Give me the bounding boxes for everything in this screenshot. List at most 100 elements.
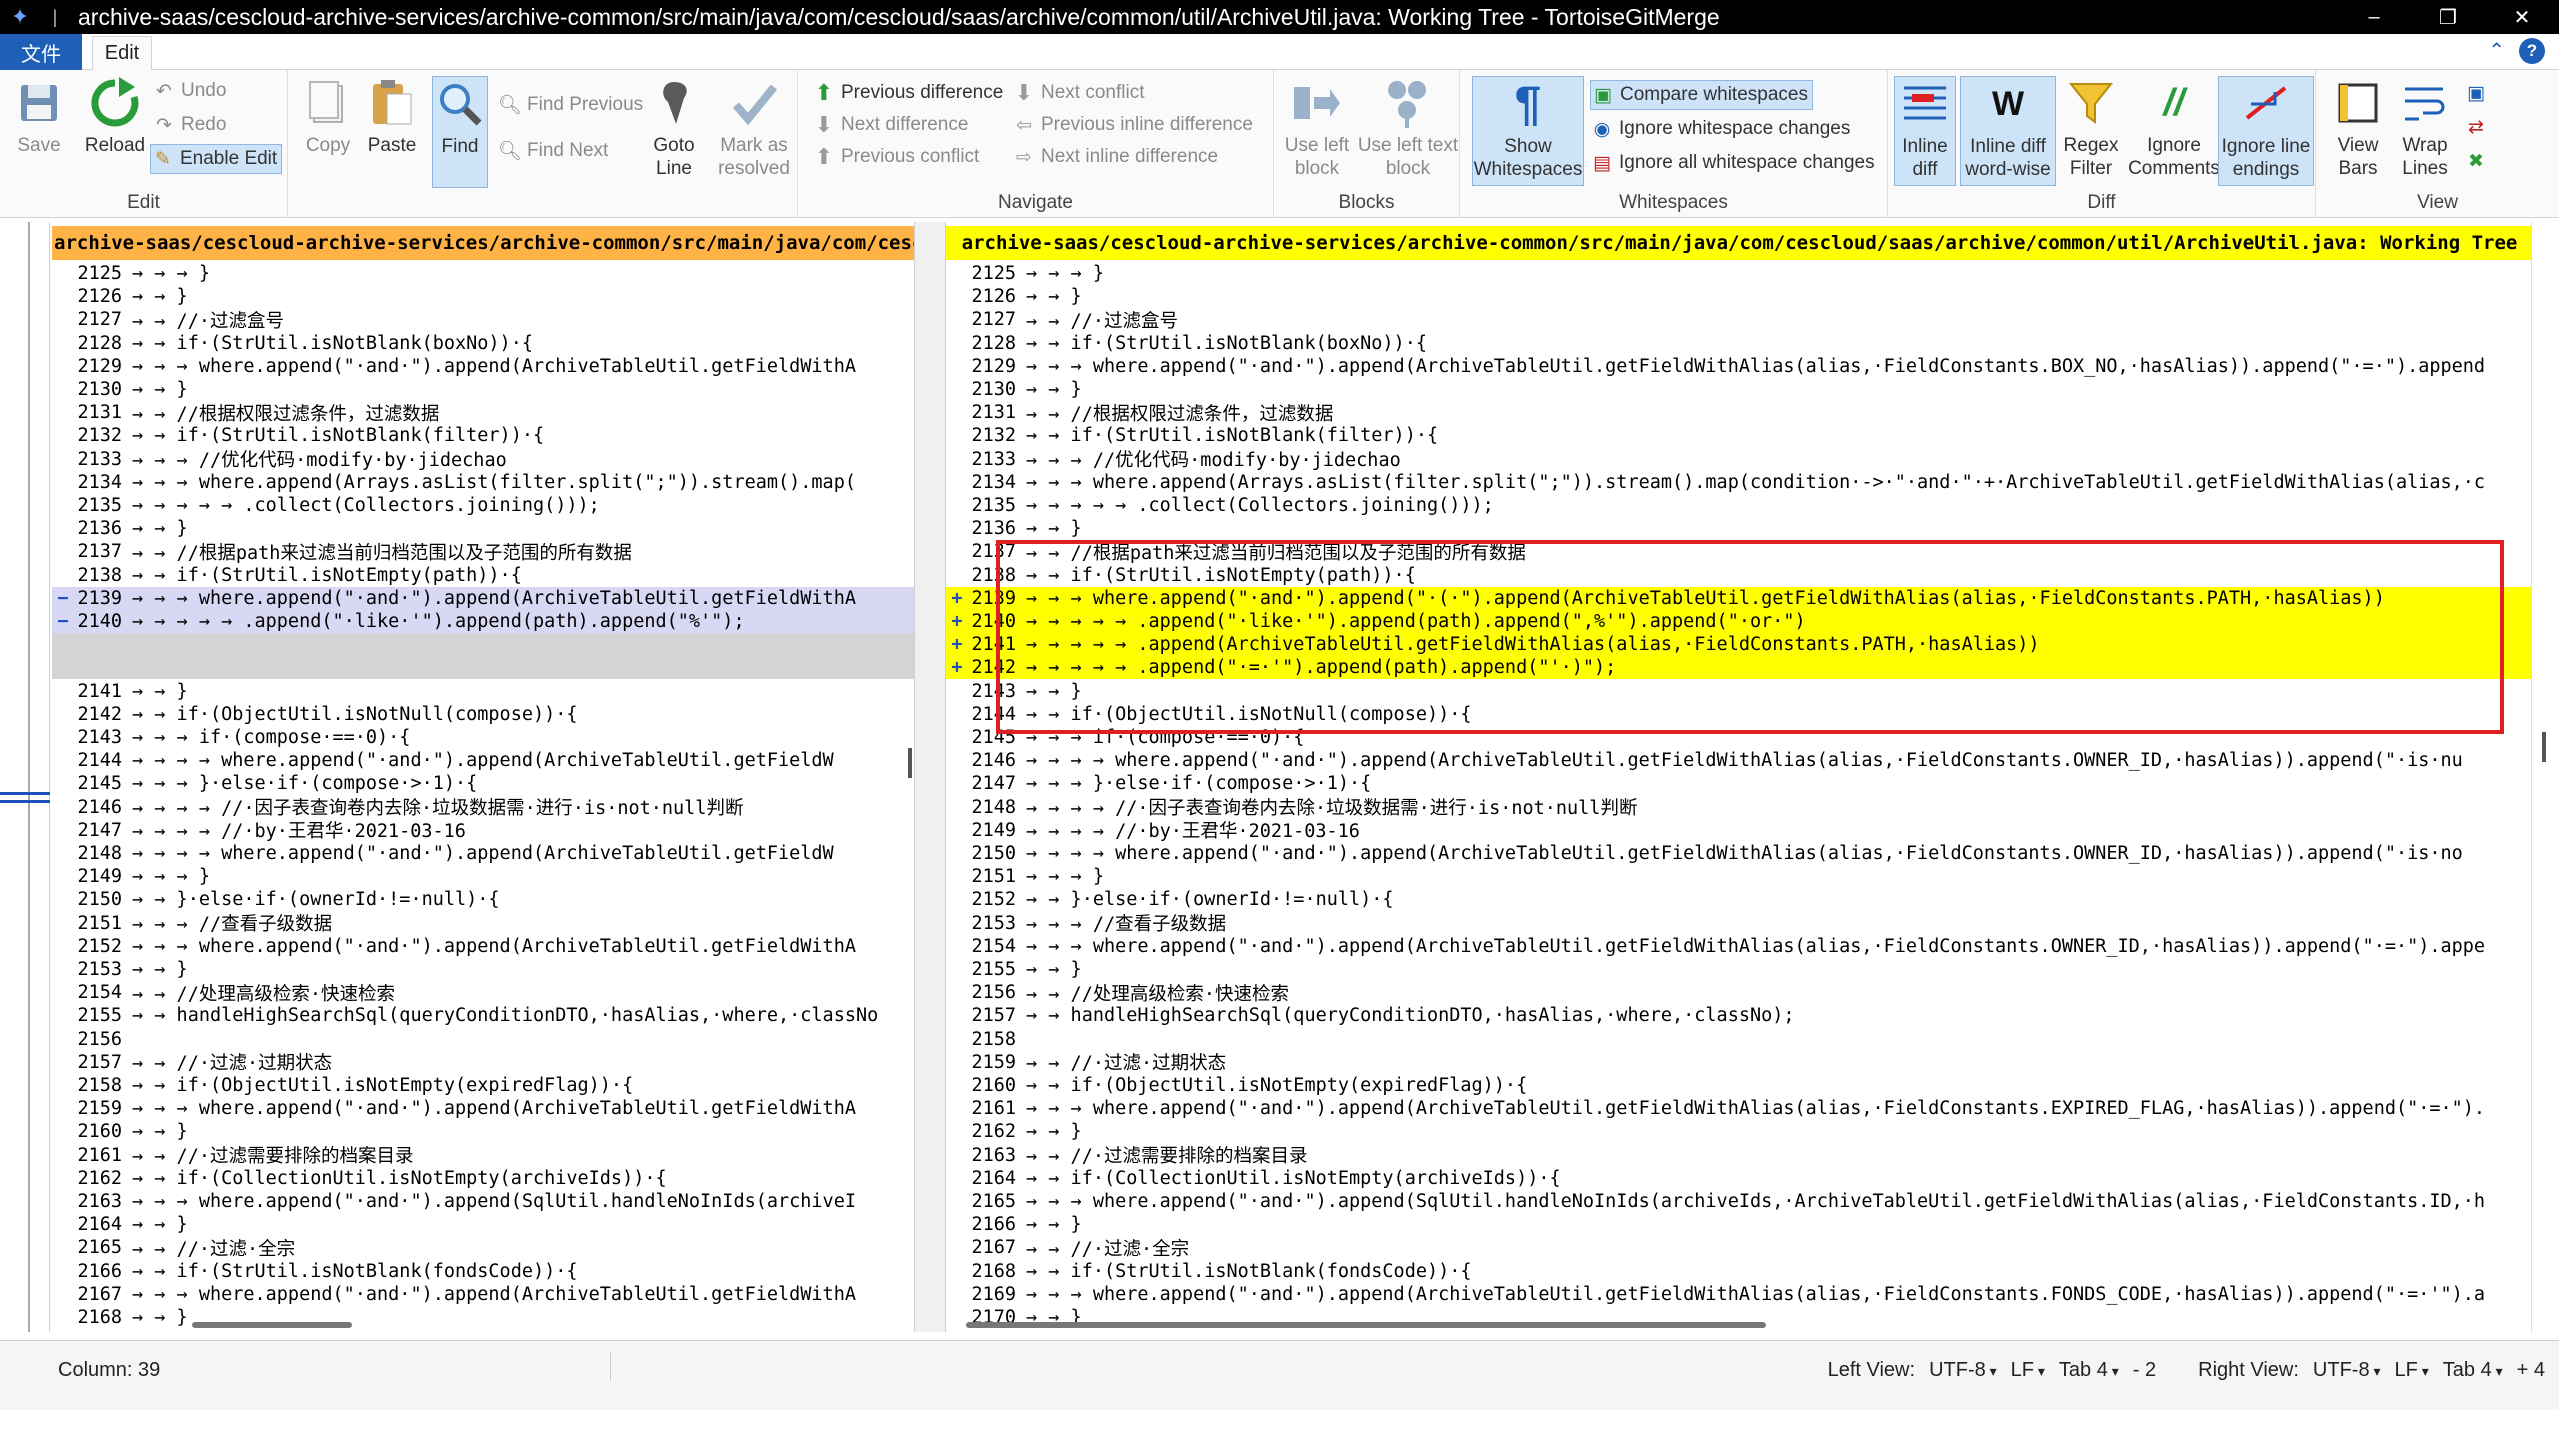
code-line[interactable]: 2160 → → } [52,1120,914,1143]
code-line[interactable]: 2160 → → if·(ObjectUtil.isNotEmpty(expire… [946,1074,2531,1097]
code-line[interactable]: 2162 → → } [946,1120,2531,1143]
find-previous-button[interactable]: 🔍︎ Find Previous [498,90,643,120]
code-line[interactable]: 2129 → → → where.append("·and·").append(A… [946,355,2531,378]
left-locator-bar[interactable] [0,222,50,1332]
wrap-lines-button[interactable]: Wrap Lines [2394,76,2456,180]
code-line[interactable]: 2138 → → if·(StrUtil.isNotEmpty(path))·{ [946,564,2531,587]
code-line[interactable]: 2155 → → handleHighSearchSql(queryConditi… [52,1004,914,1027]
code-line[interactable]: 2147 → → → }·else·if·(compose·>·1)·{ [946,772,2531,795]
compare-whitespaces-button[interactable]: ▣ Compare whitespaces [1590,80,1813,110]
code-line[interactable]: 2156 → → //处理高级检索·快速检索 [946,981,2531,1005]
next-difference-button[interactable]: ⬇ Next difference [812,110,969,140]
code-line[interactable]: 2146 → → → → //·因子表查询卷内去除·垃圾数据需·进行·is·not… [52,796,914,820]
code-line[interactable]: 2164 → → if·(CollectionUtil.isNotEmpty(ar… [946,1167,2531,1190]
code-line[interactable]: +2142 → → → → → .append("·=·'").append(pa… [946,656,2531,680]
code-line[interactable]: 2134 → → → where.append(Arrays.asList(fil… [946,471,2531,494]
find-next-button[interactable]: 🔍︎ Find Next [498,136,608,166]
code-line[interactable]: +2141 → → → → → .append(ArchiveTableUtil.… [946,633,2531,657]
code-line[interactable]: 2132 → → if·(StrUtil.isNotBlank(filter))·… [946,424,2531,447]
code-line[interactable]: 2154 → → → where.append("·and·").append(A… [946,935,2531,958]
code-line[interactable]: 2136 → → } [946,517,2531,540]
code-line[interactable]: 2167 → → → where.append("·and·").append(A… [52,1283,914,1306]
ignore-comments-button[interactable]: // Ignore Comments [2124,76,2224,180]
save-button[interactable]: Save [8,76,70,157]
previous-conflict-button[interactable]: ⬆ Previous conflict [812,142,980,172]
code-line[interactable]: 2157 → → handleHighSearchSql(queryConditi… [946,1004,2531,1027]
previous-inline-difference-button[interactable]: ⇦ Previous inline difference [1012,110,1253,140]
code-line[interactable]: +2140 → → → → → .append("·like·'").append… [946,610,2531,633]
right-vertical-scrollbar[interactable] [2531,222,2559,1332]
regex-filter-button[interactable]: Regex Filter [2060,76,2122,180]
code-line[interactable]: 2125 → → → } [946,262,2531,285]
minimize-button[interactable]: – [2337,0,2411,34]
code-line[interactable]: 2130 → → } [52,378,914,401]
code-line[interactable]: 2129 → → → where.append("·and·").append(A… [52,355,914,378]
code-line[interactable]: 2131 → → //根据权限过滤条件，过滤数据 [52,401,914,425]
right-horizontal-scrollbar[interactable] [966,1322,1766,1328]
close-button[interactable]: ✕ [2485,0,2559,34]
code-line[interactable]: 2161 → → → where.append("·and·").append(A… [946,1097,2531,1120]
tortoisegit-app-icon[interactable]: ✦ [0,0,40,34]
code-line[interactable]: 2146 → → → → where.append("·and·").append… [946,749,2531,772]
switch-sides-button[interactable]: ⇄ [2464,112,2493,142]
code-line[interactable]: +2139 → → → where.append("·and·").append(… [946,586,2531,610]
right-view[interactable]: archive-saas/cescloud-archive-services/a… [946,222,2531,1332]
code-line[interactable]: 2150 → → → → where.append("·and·").append… [946,842,2531,865]
right-eol-dropdown[interactable]: LF [2395,1359,2429,1382]
code-line[interactable]: 2128 → → if·(StrUtil.isNotBlank(boxNo))·{ [946,332,2531,355]
view-bars-button[interactable]: View Bars [2326,76,2390,180]
code-line[interactable]: 2133 → → → //优化代码·modify·by·jidechao [52,448,914,472]
ignore-whitespace-changes-button[interactable]: ◉ Ignore whitespace changes [1590,114,1851,144]
undo-button[interactable]: ↶ Undo [152,76,226,106]
code-line[interactable]: 2142 → → if·(ObjectUtil.isNotNull(compose… [52,703,914,726]
code-line[interactable]: 2154 → → //处理高级检索·快速检索 [52,981,914,1005]
left-horizontal-scrollbar[interactable] [192,1322,352,1328]
code-line[interactable]: 2131 → → //根据权限过滤条件，过滤数据 [946,401,2531,425]
paste-button[interactable]: Paste [360,76,424,157]
code-line[interactable]: −2139 → → → where.append("·and·").append(… [52,586,914,610]
code-line[interactable]: 2168 → → } [52,1306,914,1329]
code-line[interactable]: 2162 → → if·(CollectionUtil.isNotEmpty(ar… [52,1167,914,1190]
help-icon[interactable]: ? [2519,38,2545,64]
enable-edit-button[interactable]: ✎ Enable Edit [150,144,283,174]
code-line[interactable]: 2164 → → } [52,1213,914,1236]
code-line[interactable]: 2148 → → → → where.append("·and·").append… [52,842,914,865]
code-line[interactable]: 2130 → → } [946,378,2531,401]
previous-difference-button[interactable]: ⬆ Previous difference [812,78,1004,108]
left-vertical-scrollbar[interactable] [908,748,912,778]
code-line[interactable]: 2133 → → → //优化代码·modify·by·jidechao [946,448,2531,472]
code-line[interactable]: 2144 → → → → where.append("·and·").append… [52,749,914,772]
right-scrollbar-thumb[interactable] [2542,732,2546,762]
left-encoding-dropdown[interactable]: UTF-8 [1929,1359,1997,1382]
code-line[interactable]: 2153 → → } [52,958,914,981]
left-view[interactable]: archive-saas/cescloud-archive-services/a… [52,222,914,1332]
find-button[interactable]: Find [432,76,488,188]
code-line[interactable]: 2136 → → } [52,517,914,540]
ignore-line-endings-button[interactable]: Ignore line endings [2218,76,2314,186]
code-line[interactable]: 2150 → → }·else·if·(ownerId·!=·null)·{ [52,888,914,911]
ignore-all-whitespace-changes-button[interactable]: ▤ Ignore all whitespace changes [1590,148,1875,178]
code-line[interactable]: 2135 → → → → → .collect(Collectors.joinin… [52,494,914,517]
tab-file[interactable]: 文件 [0,34,82,70]
empty-placeholder-line[interactable] [52,656,914,680]
code-line[interactable]: 2157 → → //·过滤·过期状态 [52,1051,914,1075]
code-line[interactable]: 2159 → → //·过滤·过期状态 [946,1051,2531,1075]
code-line[interactable]: 2145 → → → }·else·if·(compose·>·1)·{ [52,772,914,795]
inline-diff-word-wise-button[interactable]: W Inline diff word-wise [1960,76,2056,186]
code-line[interactable]: 2152 → → → where.append("·and·").append(A… [52,935,914,958]
code-line[interactable]: 2147 → → → → //·by·王君华·2021-03-16 [52,819,914,843]
code-line[interactable]: 2155 → → } [946,958,2531,981]
code-line[interactable]: 2149 → → → → //·by·王君华·2021-03-16 [946,819,2531,843]
goto-line-button[interactable]: Goto Line [644,76,704,180]
pane-splitter[interactable] [914,222,946,1332]
code-line[interactable]: 2135 → → → → → .collect(Collectors.joinin… [946,494,2531,517]
code-line[interactable]: 2126 → → } [946,285,2531,308]
right-encoding-dropdown[interactable]: UTF-8 [2313,1359,2381,1382]
code-line[interactable]: 2132 → → if·(StrUtil.isNotBlank(filter))·… [52,424,914,447]
code-line[interactable]: 2152 → → }·else·if·(ownerId·!=·null)·{ [946,888,2531,911]
code-line[interactable]: 2153 → → → //查看子级数据 [946,912,2531,936]
next-inline-difference-button[interactable]: ⇨ Next inline difference [1012,142,1218,172]
code-line[interactable]: 2134 → → → where.append(Arrays.asList(fil… [52,471,914,494]
tab-edit[interactable]: Edit [92,36,152,70]
code-line[interactable]: 2127 → → //·过滤盒号 [52,308,914,332]
